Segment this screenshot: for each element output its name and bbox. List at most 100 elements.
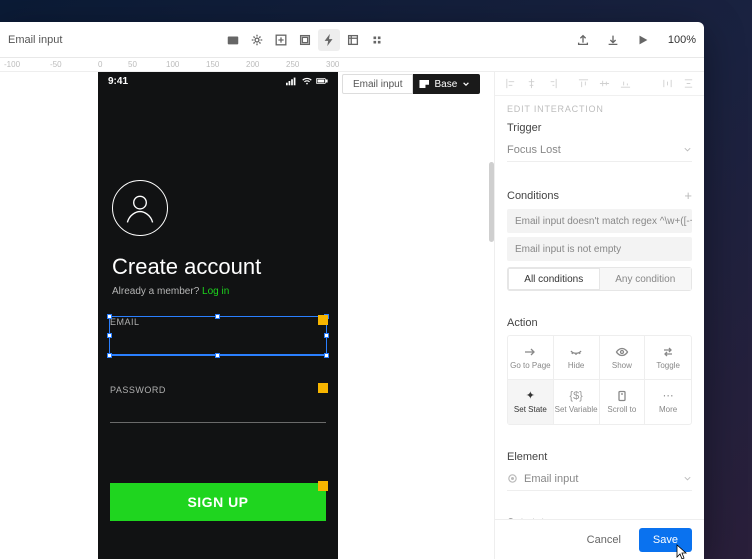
download-icon[interactable]	[602, 29, 624, 51]
preview-play-icon[interactable]	[632, 29, 654, 51]
toggle-all-conditions[interactable]: All conditions	[508, 268, 600, 290]
device-status-bar: 9:41	[98, 72, 338, 90]
action-toggle[interactable]: Toggle	[645, 336, 691, 380]
battery-icon	[316, 76, 328, 86]
password-input[interactable]	[110, 397, 326, 423]
selection-handle[interactable]	[107, 353, 112, 358]
floating-selection-labels: Email input Base	[342, 74, 480, 94]
interaction-marker-icon[interactable]	[318, 383, 328, 393]
eye-icon	[615, 346, 629, 358]
eye-closed-icon	[569, 346, 583, 358]
condition-item[interactable]: Email input doesn't match regex ^\w+([-+…	[507, 209, 692, 233]
action-set-variable[interactable]: {$} Set Variable	[554, 380, 600, 424]
tool-align-icon[interactable]	[294, 29, 316, 51]
scroll-icon	[615, 390, 629, 402]
target-picker-icon[interactable]	[507, 473, 518, 484]
condition-item[interactable]: Email input is not empty	[507, 237, 692, 261]
align-middle-icon[interactable]	[599, 78, 610, 89]
selection-handle[interactable]	[215, 353, 220, 358]
action-label: Action	[507, 317, 692, 329]
toolbar-right-group: 100%	[572, 29, 696, 51]
email-input[interactable]	[110, 329, 326, 355]
ruler-tick: 0	[98, 60, 102, 69]
save-button[interactable]: Save	[639, 528, 692, 552]
screen-subtitle: Already a member? Log in	[112, 286, 338, 297]
tool-plus-icon[interactable]	[270, 29, 292, 51]
zoom-level[interactable]: 100%	[662, 34, 696, 46]
ruler-tick: -100	[4, 60, 20, 69]
inspector-footer: Cancel Save	[495, 519, 704, 559]
tool-assets-icon[interactable]	[222, 29, 244, 51]
avatar-placeholder[interactable]	[112, 180, 168, 236]
chevron-down-icon	[462, 80, 470, 88]
distribute-v-icon[interactable]	[683, 78, 694, 89]
ruler-tick: 300	[326, 60, 339, 69]
variable-icon: {$}	[569, 390, 582, 402]
selection-handle[interactable]	[107, 333, 112, 338]
align-top-icon[interactable]	[578, 78, 589, 89]
toggle-icon	[661, 346, 675, 358]
selected-layer-title: Email input	[8, 34, 82, 46]
ruler-tick: 50	[128, 60, 137, 69]
email-field[interactable]: EMAIL	[110, 317, 326, 355]
tool-interactions-icon[interactable]	[318, 29, 340, 51]
password-field[interactable]: PASSWORD	[110, 385, 326, 423]
inspector-panel: EDIT INTERACTION Trigger Focus Lost Cond…	[494, 72, 704, 559]
tool-more-icon[interactable]	[366, 29, 388, 51]
share-icon[interactable]	[572, 29, 594, 51]
chevron-down-icon	[683, 145, 692, 154]
conditions-mode-toggle[interactable]: All conditions Any condition	[507, 267, 692, 291]
interaction-marker-icon[interactable]	[318, 481, 328, 491]
wifi-icon	[301, 76, 313, 86]
app-window: Email input 100% -100 -50 0 50 100 150 2…	[0, 22, 704, 559]
variant-label: Base	[434, 79, 457, 90]
set-state-icon: ✦	[526, 390, 535, 402]
element-select[interactable]: Email input	[507, 467, 692, 491]
canvas[interactable]: 9:41 Create account Already a member? Lo…	[0, 72, 494, 559]
add-condition-button[interactable]: +	[684, 188, 692, 203]
signal-icon	[286, 76, 298, 86]
tool-settings-icon[interactable]	[246, 29, 268, 51]
screen-title: Create account	[112, 254, 338, 280]
signup-button[interactable]: SIGN UP	[110, 483, 326, 521]
distribute-h-icon[interactable]	[662, 78, 673, 89]
selection-handle[interactable]	[215, 314, 220, 319]
password-label: PASSWORD	[110, 385, 326, 395]
mobile-artboard[interactable]: 9:41 Create account Already a member? Lo…	[98, 72, 338, 559]
toggle-any-condition[interactable]: Any condition	[600, 268, 692, 290]
cancel-button[interactable]: Cancel	[577, 528, 631, 552]
align-center-icon[interactable]	[526, 78, 537, 89]
login-link[interactable]: Log in	[202, 286, 229, 297]
selection-handle[interactable]	[324, 333, 329, 338]
action-set-state[interactable]: ✦ Set State	[508, 380, 554, 424]
ruler-tick: 150	[206, 60, 219, 69]
status-icons	[286, 76, 328, 86]
top-toolbar: Email input 100%	[0, 22, 704, 58]
action-go-to-page[interactable]: Go to Page	[508, 336, 554, 380]
element-value: Email input	[524, 473, 578, 485]
action-grid: Go to Page Hide Show Toggle	[507, 335, 692, 425]
ruler-tick: -50	[50, 60, 62, 69]
inspector-align-row	[495, 72, 704, 96]
variant-selector[interactable]: Base	[413, 74, 480, 94]
selection-handle[interactable]	[324, 353, 329, 358]
tool-export-icon[interactable]	[342, 29, 364, 51]
align-bottom-icon[interactable]	[620, 78, 631, 89]
flag-icon	[419, 80, 429, 88]
toolbar-center-group	[222, 29, 388, 51]
chevron-down-icon	[683, 474, 692, 483]
interaction-marker-icon[interactable]	[318, 315, 328, 325]
align-left-icon[interactable]	[505, 78, 516, 89]
action-more[interactable]: ⋯ More	[645, 380, 691, 424]
align-right-icon[interactable]	[547, 78, 558, 89]
selection-handle[interactable]	[107, 314, 112, 319]
trigger-select[interactable]: Focus Lost	[507, 138, 692, 162]
element-label: Element	[507, 451, 692, 463]
action-scroll-to[interactable]: Scroll to	[600, 380, 646, 424]
action-hide[interactable]: Hide	[554, 336, 600, 380]
action-show[interactable]: Show	[600, 336, 646, 380]
horizontal-ruler: -100 -50 0 50 100 150 200 250 300	[0, 58, 704, 72]
ruler-tick: 250	[286, 60, 299, 69]
more-icon: ⋯	[663, 390, 674, 402]
selected-layer-pill[interactable]: Email input	[342, 74, 413, 94]
